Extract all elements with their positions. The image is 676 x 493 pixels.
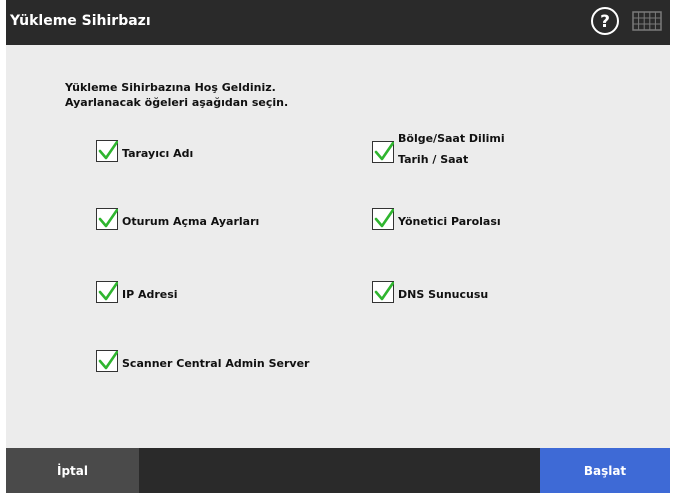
- cancel-button[interactable]: İptal: [6, 448, 139, 493]
- setup-wizard-window: Yükleme Sihirbazı ? Yükleme Sihirbazına …: [6, 0, 670, 493]
- checkbox-dns-server[interactable]: [372, 281, 394, 303]
- option-label-dns-server: DNS Sunucusu: [398, 288, 489, 301]
- keyboard-icon: [632, 11, 662, 31]
- option-label-admin-password: Yönetici Parolası: [398, 215, 501, 228]
- help-button[interactable]: ?: [590, 6, 620, 36]
- checkmark-icon: [98, 141, 118, 160]
- option-label-ip-address: IP Adresi: [122, 288, 178, 301]
- checkbox-ip-address[interactable]: [96, 281, 118, 303]
- checkbox-region-time[interactable]: [372, 141, 394, 163]
- title-bar: Yükleme Sihirbazı ?: [6, 0, 670, 45]
- option-label-date-time: Tarih / Saat: [398, 153, 469, 166]
- checkbox-logon-settings[interactable]: [96, 208, 118, 230]
- checkmark-icon: [98, 282, 118, 301]
- start-button[interactable]: Başlat: [540, 448, 670, 493]
- checkmark-icon: [98, 351, 118, 370]
- intro-line-instruction: Ayarlanacak öğeleri aşağıdan seçin.: [65, 96, 289, 109]
- checkmark-icon: [374, 282, 394, 301]
- option-label-scanner-name: Tarayıcı Adı: [122, 147, 194, 160]
- checkmark-icon: [98, 209, 118, 228]
- svg-text:?: ?: [600, 12, 610, 32]
- option-label-scanner-central-admin-server: Scanner Central Admin Server: [122, 357, 310, 370]
- keyboard-button[interactable]: [630, 8, 664, 34]
- checkbox-admin-password[interactable]: [372, 208, 394, 230]
- intro-line-welcome: Yükleme Sihirbazına Hoş Geldiniz.: [65, 81, 276, 94]
- checkbox-scanner-name[interactable]: [96, 140, 118, 162]
- checkbox-scanner-central-admin-server[interactable]: [96, 350, 118, 372]
- question-circle-icon: ?: [591, 7, 619, 35]
- checkmark-icon: [374, 142, 394, 161]
- option-label-logon-settings: Oturum Açma Ayarları: [122, 215, 260, 228]
- intro-text: Yükleme Sihirbazına Hoş Geldiniz. Ayarla…: [65, 80, 288, 110]
- option-label-region-timezone: Bölge/Saat Dilimi: [398, 132, 505, 145]
- window-title: Yükleme Sihirbazı: [10, 13, 151, 29]
- checkmark-icon: [374, 209, 394, 228]
